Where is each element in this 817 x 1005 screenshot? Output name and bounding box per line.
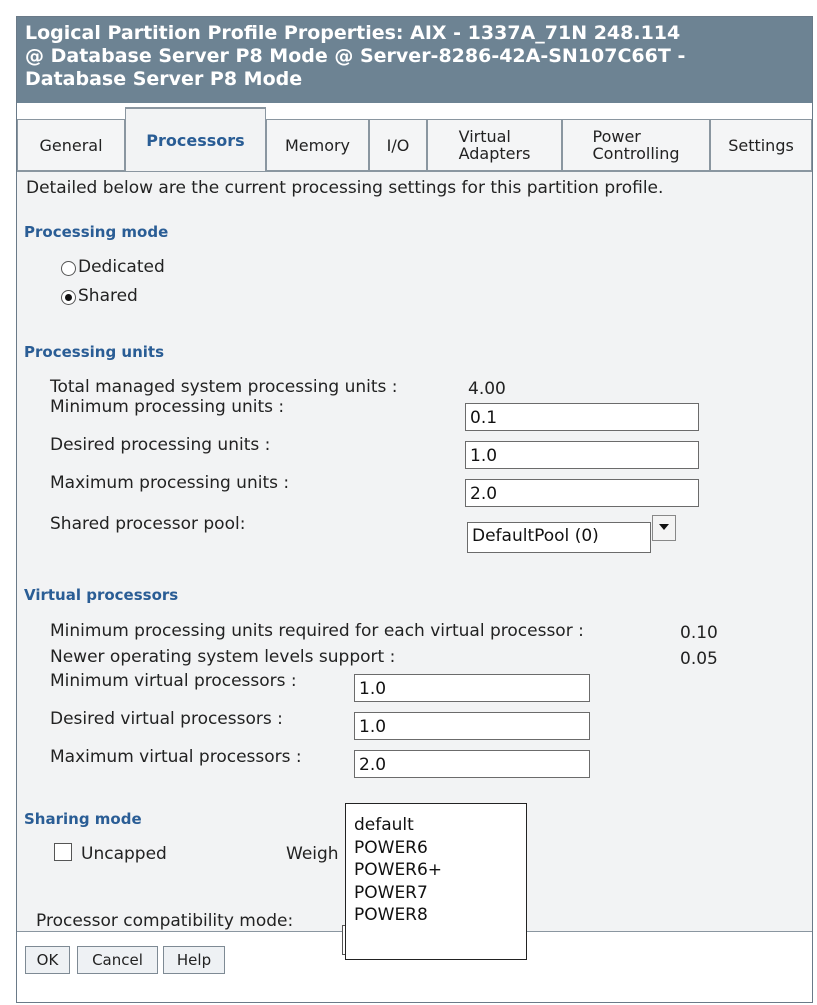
shared-pool-label: Shared processor pool: [50,514,246,534]
tab-memory[interactable]: Memory [266,119,369,171]
total-units-label: Total managed system processing units : [50,377,398,397]
min-units-label: Minimum processing units : [50,397,285,417]
tab-virtual-adapters[interactable]: Virtual Adapters [427,119,562,171]
desired-units-label: Desired processing units : [50,435,271,455]
tab-power-controlling-label: Power Controlling [592,128,679,162]
newer-os-value: 0.05 [680,649,718,669]
shared-pool-dropdown-button[interactable] [652,515,676,541]
uncapped-label: Uncapped [81,844,167,864]
shared-radio[interactable] [61,290,76,305]
window-title: Logical Partition Profile Properties: AI… [17,17,812,103]
title-line-1: Logical Partition Profile Properties: AI… [25,22,681,44]
tab-power-controlling-line-2: Controlling [592,144,680,163]
uncapped-checkbox[interactable] [54,843,72,861]
sharing-mode-heading: Sharing mode [24,810,142,828]
tab-processors[interactable]: Processors [125,107,266,172]
compat-option-power6[interactable]: POWER6 [354,837,526,860]
compat-option-power7[interactable]: POWER7 [354,882,526,905]
min-vp-input[interactable]: 1.0 [354,674,590,702]
min-units-per-vp-value: 0.10 [680,623,718,643]
max-vp-label: Maximum virtual processors : [50,747,302,767]
min-units-per-vp-label: Minimum processing units required for ea… [50,621,584,641]
ok-button[interactable]: OK [25,946,70,974]
min-units-input[interactable]: 0.1 [465,403,699,431]
tab-virtual-adapters-label: Virtual Adapters [459,128,531,162]
max-units-input[interactable]: 2.0 [465,479,699,507]
tab-general-label: General [39,135,103,155]
compat-mode-label: Processor compatibility mode: [36,911,294,931]
tab-memory-label: Memory [284,135,351,155]
total-units-value: 4.00 [468,379,506,399]
cancel-button[interactable]: Cancel [77,946,158,974]
help-button[interactable]: Help [163,946,225,974]
newer-os-label: Newer operating system levels support : [50,647,396,667]
max-units-label: Maximum processing units : [50,473,290,493]
tab-virtual-adapters-line-2: Adapters [458,144,531,163]
processing-units-heading: Processing units [24,343,164,361]
weight-label: Weigh [286,844,339,864]
shared-label: Shared [78,286,138,306]
tab-power-controlling[interactable]: Power Controlling [562,119,710,171]
title-line-3: Database Server P8 Mode [25,68,303,90]
title-line-2: @ Database Server P8 Mode @ Server-8286-… [25,45,686,67]
dedicated-radio[interactable] [61,261,76,276]
intro-text: Detailed below are the current processin… [26,178,664,198]
compat-option-power6-plus[interactable]: POWER6+ [354,859,526,882]
compat-option-power8[interactable]: POWER8 [354,904,526,927]
min-vp-label: Minimum virtual processors : [50,671,297,691]
tab-bar: General Processors Memory I/O Virtual Ad… [17,103,812,172]
desired-vp-label: Desired virtual processors : [50,709,283,729]
virtual-processors-heading: Virtual processors [24,586,179,604]
tab-io-label: I/O [386,135,410,155]
max-vp-input[interactable]: 2.0 [354,750,590,778]
desired-units-input[interactable]: 1.0 [465,441,699,469]
tab-settings[interactable]: Settings [710,119,812,171]
compat-mode-listbox[interactable]: default POWER6 POWER6+ POWER7 POWER8 [345,803,527,960]
tab-general[interactable]: General [17,119,125,171]
dedicated-label: Dedicated [78,257,165,277]
tab-io[interactable]: I/O [369,119,427,171]
tab-processors-label: Processors [146,130,245,150]
partition-profile-window: Logical Partition Profile Properties: AI… [16,16,813,1003]
shared-pool-select[interactable]: DefaultPool (0) [467,522,651,553]
tab-settings-label: Settings [728,135,794,155]
desired-vp-input[interactable]: 1.0 [354,712,590,740]
processing-mode-heading: Processing mode [24,223,169,241]
compat-option-default[interactable]: default [354,814,526,837]
